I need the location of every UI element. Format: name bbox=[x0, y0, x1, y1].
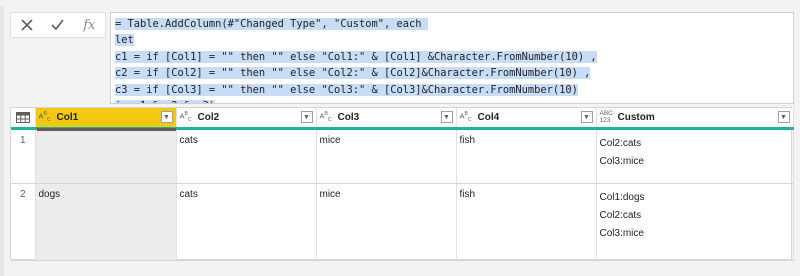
chevron-down-icon: ▼ bbox=[443, 113, 450, 121]
top-strip bbox=[0, 0, 800, 6]
formula-line: c1 = if [Col1] = "" then "" else "Col1:"… bbox=[115, 49, 597, 65]
column-header-content: ABC Col3 bbox=[317, 109, 456, 126]
column-header-label: Col1 bbox=[56, 111, 79, 123]
formula-line: in c1 & c2 & c3) bbox=[115, 98, 597, 103]
chevron-down-icon: ▼ bbox=[303, 113, 310, 121]
table-menu-button[interactable] bbox=[11, 108, 36, 130]
data-grid: ABC Col1 ▼ ABC Col2 ▼ ABC Col3 ▼ ABC Col4 ▼ ABC 123 Cu… bbox=[10, 107, 794, 261]
column-header-col2[interactable]: ABC Col2 ▼ bbox=[176, 108, 317, 130]
text-type-icon: ABC bbox=[319, 111, 332, 124]
custom-cell[interactable]: Col2:cats Col3:mice bbox=[596, 128, 794, 184]
column-header-label: Col3 bbox=[337, 111, 360, 123]
column-header-custom[interactable]: ABC 123 Custom ▼ bbox=[596, 108, 794, 130]
column-header-content: ABC Col1 bbox=[36, 109, 176, 126]
formula-line-text: c2 = if [Col2] = "" then "" else "Col2:"… bbox=[115, 67, 591, 80]
column-filter-dropdown[interactable]: ▼ bbox=[160, 111, 173, 123]
formula-line: c3 = if [Col3] = "" then "" else "Col3:"… bbox=[115, 82, 597, 98]
table-icon bbox=[15, 111, 30, 123]
formula-line-text: in c1 & c2 & c3) bbox=[115, 100, 216, 103]
table-row: 2 dogs cats mice fish Col1:dogs Col2:cats Col3:… bbox=[11, 183, 794, 261]
text-type-icon: ABC bbox=[38, 111, 51, 124]
custom-cell-line: Col3:mice bbox=[599, 155, 644, 167]
text-type-icon: ABC bbox=[459, 111, 472, 124]
custom-cell-line: Col3:mice bbox=[599, 227, 644, 239]
column-filter-dropdown[interactable]: ▼ bbox=[580, 111, 593, 123]
column-filter-dropdown[interactable]: ▼ bbox=[777, 111, 790, 123]
formula-line-text: = Table.AddColumn(#"Changed Type", "Cust… bbox=[115, 18, 428, 30]
column-header-content: ABC Col4 bbox=[457, 109, 596, 126]
column-header-content: ABC 123 Custom bbox=[597, 109, 793, 126]
table-cell[interactable]: dogs bbox=[35, 183, 177, 261]
cancel-formula-button[interactable] bbox=[11, 13, 42, 37]
custom-cell[interactable]: Col1:dogs Col2:cats Col3:mice bbox=[596, 183, 794, 261]
table-row: 1 cats mice fish Col2:cats Col3:mice bbox=[11, 128, 794, 184]
formula-line-text: let bbox=[115, 34, 134, 47]
row-number[interactable]: 1 bbox=[11, 128, 36, 184]
formula-line: c2 = if [Col2] = "" then "" else "Col2:"… bbox=[115, 65, 597, 81]
column-filter-dropdown[interactable]: ▼ bbox=[440, 111, 453, 123]
any-type-icon: ABC 123 bbox=[600, 110, 618, 124]
left-gutter bbox=[0, 6, 4, 276]
custom-cell-line: Col2:cats bbox=[599, 209, 642, 221]
column-header-label: Col4 bbox=[477, 111, 500, 123]
table-cell[interactable]: fish bbox=[456, 128, 597, 184]
column-header-col3[interactable]: ABC Col3 ▼ bbox=[316, 108, 457, 130]
formula-line-text: c1 = if [Col1] = "" then "" else "Col1:"… bbox=[115, 50, 597, 63]
fx-button[interactable]: fx bbox=[74, 13, 105, 37]
column-header-label: Custom bbox=[617, 111, 655, 123]
check-icon bbox=[51, 19, 65, 31]
text-type-icon: ABC bbox=[179, 111, 192, 124]
table-cell[interactable]: cats bbox=[176, 183, 317, 261]
type-icon-bottom: 123 bbox=[599, 117, 611, 125]
column-header-label: Col2 bbox=[197, 111, 220, 123]
selected-cell-indicator bbox=[37, 128, 176, 131]
formula-line-text: c3 = if [Col3] = "" then "" else "Col3:"… bbox=[115, 83, 578, 96]
table-body: 1 cats mice fish Col2:cats Col3:mice 2 dogs cats… bbox=[11, 128, 794, 261]
chevron-down-icon: ▼ bbox=[583, 113, 590, 121]
column-header-col1[interactable]: ABC Col1 ▼ bbox=[35, 108, 177, 130]
formula-line: let bbox=[115, 32, 597, 48]
chevron-down-icon: ▼ bbox=[780, 113, 787, 121]
formula-editor[interactable]: = Table.AddColumn(#"Changed Type", "Cust… bbox=[110, 12, 794, 104]
commit-formula-button[interactable] bbox=[42, 13, 73, 37]
column-filter-dropdown[interactable]: ▼ bbox=[300, 111, 313, 123]
row-number[interactable]: 2 bbox=[11, 183, 36, 261]
custom-cell-line: Col1:dogs bbox=[599, 191, 645, 203]
table-cell[interactable] bbox=[35, 128, 177, 184]
column-header-col4[interactable]: ABC Col4 ▼ bbox=[456, 108, 597, 130]
formula-line: = Table.AddColumn(#"Changed Type", "Cust… bbox=[115, 16, 597, 32]
formula-bar-buttons: fx bbox=[10, 12, 106, 38]
table-cell[interactable]: fish bbox=[456, 183, 597, 261]
custom-cell-line: Col2:cats bbox=[599, 137, 642, 149]
fx-icon: fx bbox=[83, 17, 96, 33]
column-header-content: ABC Col2 bbox=[177, 109, 316, 126]
chevron-down-icon: ▼ bbox=[163, 113, 170, 121]
table-cell[interactable]: mice bbox=[316, 128, 457, 184]
type-icon-top: ABC bbox=[599, 110, 613, 118]
table-cell[interactable]: cats bbox=[176, 128, 317, 184]
table-cell[interactable]: mice bbox=[316, 183, 457, 261]
formula-text: = Table.AddColumn(#"Changed Type", "Cust… bbox=[115, 16, 597, 103]
x-icon bbox=[21, 19, 33, 31]
header-row: ABC Col1 ▼ ABC Col2 ▼ ABC Col3 ▼ ABC Col4 ▼ ABC 123 Cu… bbox=[11, 108, 794, 130]
